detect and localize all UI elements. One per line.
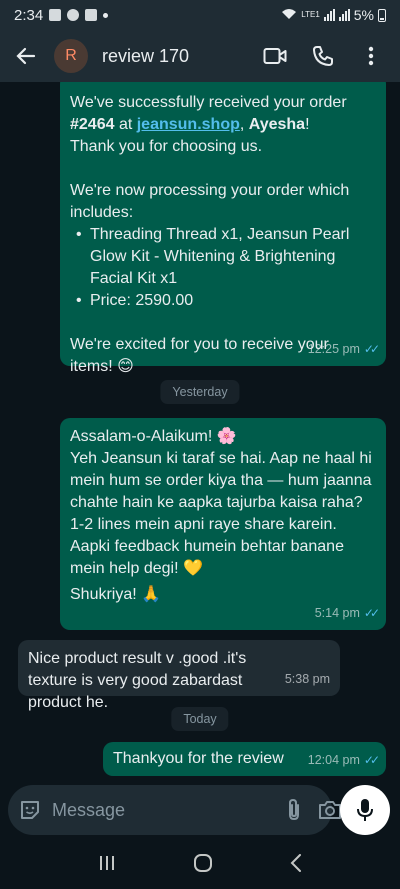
battery-level: 5%	[353, 7, 374, 23]
shop-link[interactable]: jeansun.shop	[137, 116, 240, 133]
whatsapp-notification-icon	[67, 9, 80, 21]
message-list[interactable]: We've successfully received your order #…	[0, 82, 400, 780]
status-time: 2:34	[14, 6, 44, 24]
more-options-button[interactable]	[358, 43, 384, 69]
message-time: 12:04 pm	[307, 753, 360, 767]
greeting-line: Assalam-o-Alaikum! 🌸	[70, 428, 237, 445]
message-feedback-request[interactable]: Assalam-o-Alaikum! 🌸 Yeh Jeansun ki tara…	[60, 418, 386, 630]
feedback-ask: 1-2 lines mein apni raye share karein. A…	[70, 516, 344, 577]
voice-call-button[interactable]	[310, 43, 336, 69]
video-camera-icon	[263, 48, 287, 64]
double-check-read-icon: ✓✓	[363, 753, 380, 767]
recent-apps-button[interactable]	[98, 855, 116, 876]
message-composer	[8, 785, 341, 835]
signal-icon	[323, 9, 335, 21]
sticker-icon	[21, 801, 39, 819]
emoji-sticker-button[interactable]	[18, 795, 42, 825]
message-meta: 5:38 pm	[285, 668, 330, 690]
status-bar: 2:34 LTE1 5%	[0, 0, 400, 30]
order-item: Threading Thread x1, Jeansun Pearl Glow …	[70, 224, 376, 290]
attach-button[interactable]	[284, 795, 304, 825]
arrow-left-icon	[16, 47, 36, 65]
date-divider-yesterday: Yesterday	[160, 380, 240, 404]
chat-notification-icon	[85, 9, 98, 21]
gallery-notification-icon	[49, 9, 62, 21]
order-price: Price: 2590.00	[70, 290, 376, 312]
home-icon	[193, 854, 212, 872]
signal-icon-2	[338, 9, 350, 21]
chat-header: R review 170	[0, 30, 400, 82]
back-button[interactable]	[10, 40, 42, 72]
more-vertical-icon	[368, 46, 374, 66]
message-time: 5:38 pm	[284, 672, 330, 686]
camera-button[interactable]	[318, 795, 342, 825]
message-customer-reply[interactable]: Nice product result v .good .it's textur…	[18, 640, 340, 711]
system-navigation-bar	[0, 842, 400, 889]
camera-icon	[319, 801, 341, 819]
thanks-line: Thank you for choosing us.	[70, 138, 263, 155]
voice-message-button[interactable]	[340, 785, 390, 835]
feedback-body: Yeh Jeansun ki taraf se hai. Aap ne haal…	[70, 450, 372, 511]
recent-apps-icon	[100, 856, 115, 870]
order-items-list: Threading Thread x1, Jeansun Pearl Glow …	[70, 224, 376, 312]
message-meta: 12:25 pm ✓✓	[307, 338, 380, 360]
message-time: 12:25 pm	[307, 342, 360, 356]
double-check-read-icon: ✓✓	[363, 606, 380, 620]
processing-line: We're now processing your order which in…	[70, 182, 350, 221]
message-meta: 12:04 pm ✓✓	[307, 749, 380, 771]
order-number: #2464	[70, 116, 115, 133]
network-label: LTE1	[301, 10, 320, 19]
battery-icon	[378, 8, 386, 22]
wifi-icon	[281, 7, 297, 23]
back-nav-button[interactable]	[290, 854, 302, 877]
date-divider-today: Today	[171, 707, 229, 731]
microphone-icon	[357, 799, 373, 821]
message-meta: 5:14 pm ✓✓	[314, 602, 380, 624]
order-received-line: We've successfully received your order #…	[70, 94, 347, 133]
more-notifications-dot	[103, 12, 109, 18]
double-check-read-icon: ✓✓	[363, 342, 380, 356]
contact-name[interactable]: review 170	[102, 46, 189, 67]
message-thanks-reply[interactable]: Thankyou for the review 12:04 pm ✓✓	[103, 742, 386, 776]
video-call-button[interactable]	[262, 43, 288, 69]
chevron-left-icon	[290, 854, 301, 872]
paperclip-icon	[289, 798, 299, 821]
message-time: 5:14 pm	[314, 606, 360, 620]
phone-icon	[313, 46, 333, 66]
message-order-confirmation[interactable]: We've successfully received your order #…	[60, 82, 386, 375]
avatar[interactable]: R	[54, 39, 88, 73]
customer-name: Ayesha	[248, 116, 306, 133]
message-input[interactable]	[52, 799, 284, 821]
home-button[interactable]	[193, 853, 213, 878]
